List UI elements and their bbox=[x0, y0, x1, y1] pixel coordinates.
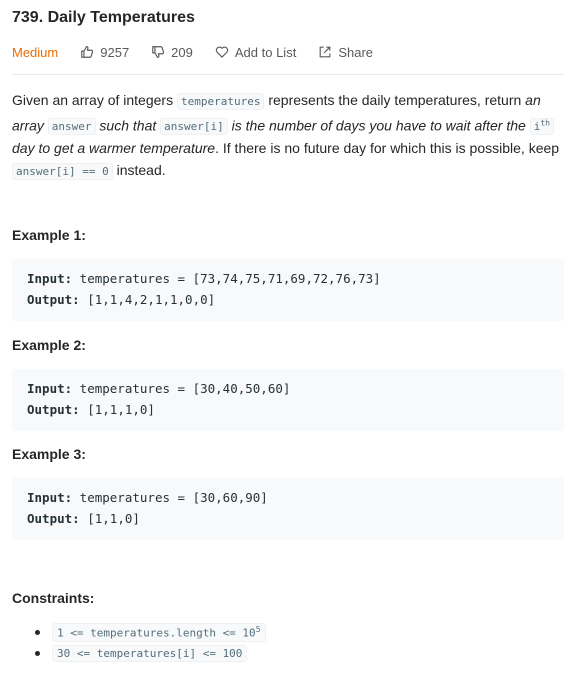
inline-code: answer[i] == 0 bbox=[12, 162, 113, 180]
heart-icon bbox=[215, 46, 229, 58]
example-1-block: Input: temperatures = [73,74,75,71,69,72… bbox=[12, 259, 564, 321]
divider bbox=[12, 74, 564, 75]
share-button[interactable]: Share bbox=[318, 45, 373, 60]
example-output: [1,1,4,2,1,1,0,0] bbox=[79, 291, 216, 307]
example-1-title: Example 1: bbox=[12, 227, 86, 243]
example-3-title: Example 3: bbox=[12, 446, 86, 462]
superscript: 5 bbox=[255, 625, 261, 635]
bullet bbox=[35, 630, 40, 635]
constraint-item: 1 <= temperatures.length <= 105 bbox=[12, 622, 266, 643]
description-text: Given an array of integers bbox=[12, 92, 177, 108]
share-icon bbox=[319, 46, 331, 58]
example-input: temperatures = [30,60,90] bbox=[72, 490, 268, 505]
constraints-list: 1 <= temperatures.length <= 105 30 <= te… bbox=[12, 622, 266, 664]
dislike-button[interactable]: 209 bbox=[151, 45, 193, 60]
description-italic: day to get a warmer temperature bbox=[12, 140, 216, 157]
thumbs-down-icon bbox=[152, 46, 165, 58]
dislike-count: 209 bbox=[171, 44, 193, 60]
constraint-text: 1 <= temperatures.length <= 10 bbox=[57, 626, 256, 640]
thumbs-up-icon bbox=[81, 46, 94, 58]
example-output: [1,1,1,0] bbox=[79, 401, 155, 417]
description-italic: such that bbox=[95, 117, 161, 134]
description-text: . If there is no future day for which th… bbox=[215, 140, 560, 157]
inline-code: ith bbox=[529, 118, 554, 136]
constraint-item: 30 <= temperatures[i] <= 100 bbox=[12, 643, 266, 664]
input-label: Input: bbox=[27, 381, 73, 396]
constraint-text: 30 <= temperatures[i] <= 100 bbox=[57, 647, 243, 660]
bullet bbox=[35, 651, 40, 656]
description-text: represents the daily temperatures, retur… bbox=[264, 92, 526, 108]
difficulty-badge: Medium bbox=[12, 44, 59, 60]
example-input: temperatures = [30,40,50,60] bbox=[72, 381, 291, 396]
add-to-list-button[interactable]: Add to List bbox=[215, 45, 296, 60]
share-label: Share bbox=[338, 44, 374, 60]
input-label: Input: bbox=[27, 271, 73, 286]
add-to-list-label: Add to List bbox=[234, 44, 297, 60]
output-label: Output: bbox=[27, 291, 80, 307]
example-output: [1,1,0] bbox=[79, 510, 140, 526]
inline-code: temperatures bbox=[176, 93, 265, 110]
example-2-title: Example 2: bbox=[12, 337, 86, 353]
example-3-block: Input: temperatures = [30,60,90] Output:… bbox=[12, 478, 564, 540]
output-label: Output: bbox=[27, 510, 80, 526]
example-input: temperatures = [73,74,75,71,69,72,76,73] bbox=[72, 271, 381, 286]
like-count: 9257 bbox=[100, 44, 130, 60]
problem-title: 739. Daily Temperatures bbox=[12, 9, 195, 26]
inline-code: answer[i] bbox=[160, 118, 228, 136]
inline-code: answer bbox=[47, 118, 96, 136]
like-button[interactable]: 9257 bbox=[80, 45, 129, 60]
superscript: th bbox=[540, 118, 550, 128]
problem-meta-bar: Medium 9257 209 Add to List Share bbox=[12, 42, 395, 62]
input-label: Input: bbox=[27, 490, 73, 505]
constraints-title: Constraints: bbox=[12, 590, 95, 606]
description-text: instead. bbox=[112, 161, 166, 178]
output-label: Output: bbox=[27, 401, 80, 417]
constraint-code: 30 <= temperatures[i] <= 100 bbox=[52, 645, 248, 662]
problem-description: Given an array of integers temperatures … bbox=[12, 90, 564, 182]
example-2-block: Input: temperatures = [30,40,50,60] Outp… bbox=[12, 369, 564, 431]
description-italic: is the number of days you have to wait a… bbox=[227, 117, 530, 134]
constraint-code: 1 <= temperatures.length <= 105 bbox=[52, 623, 266, 642]
